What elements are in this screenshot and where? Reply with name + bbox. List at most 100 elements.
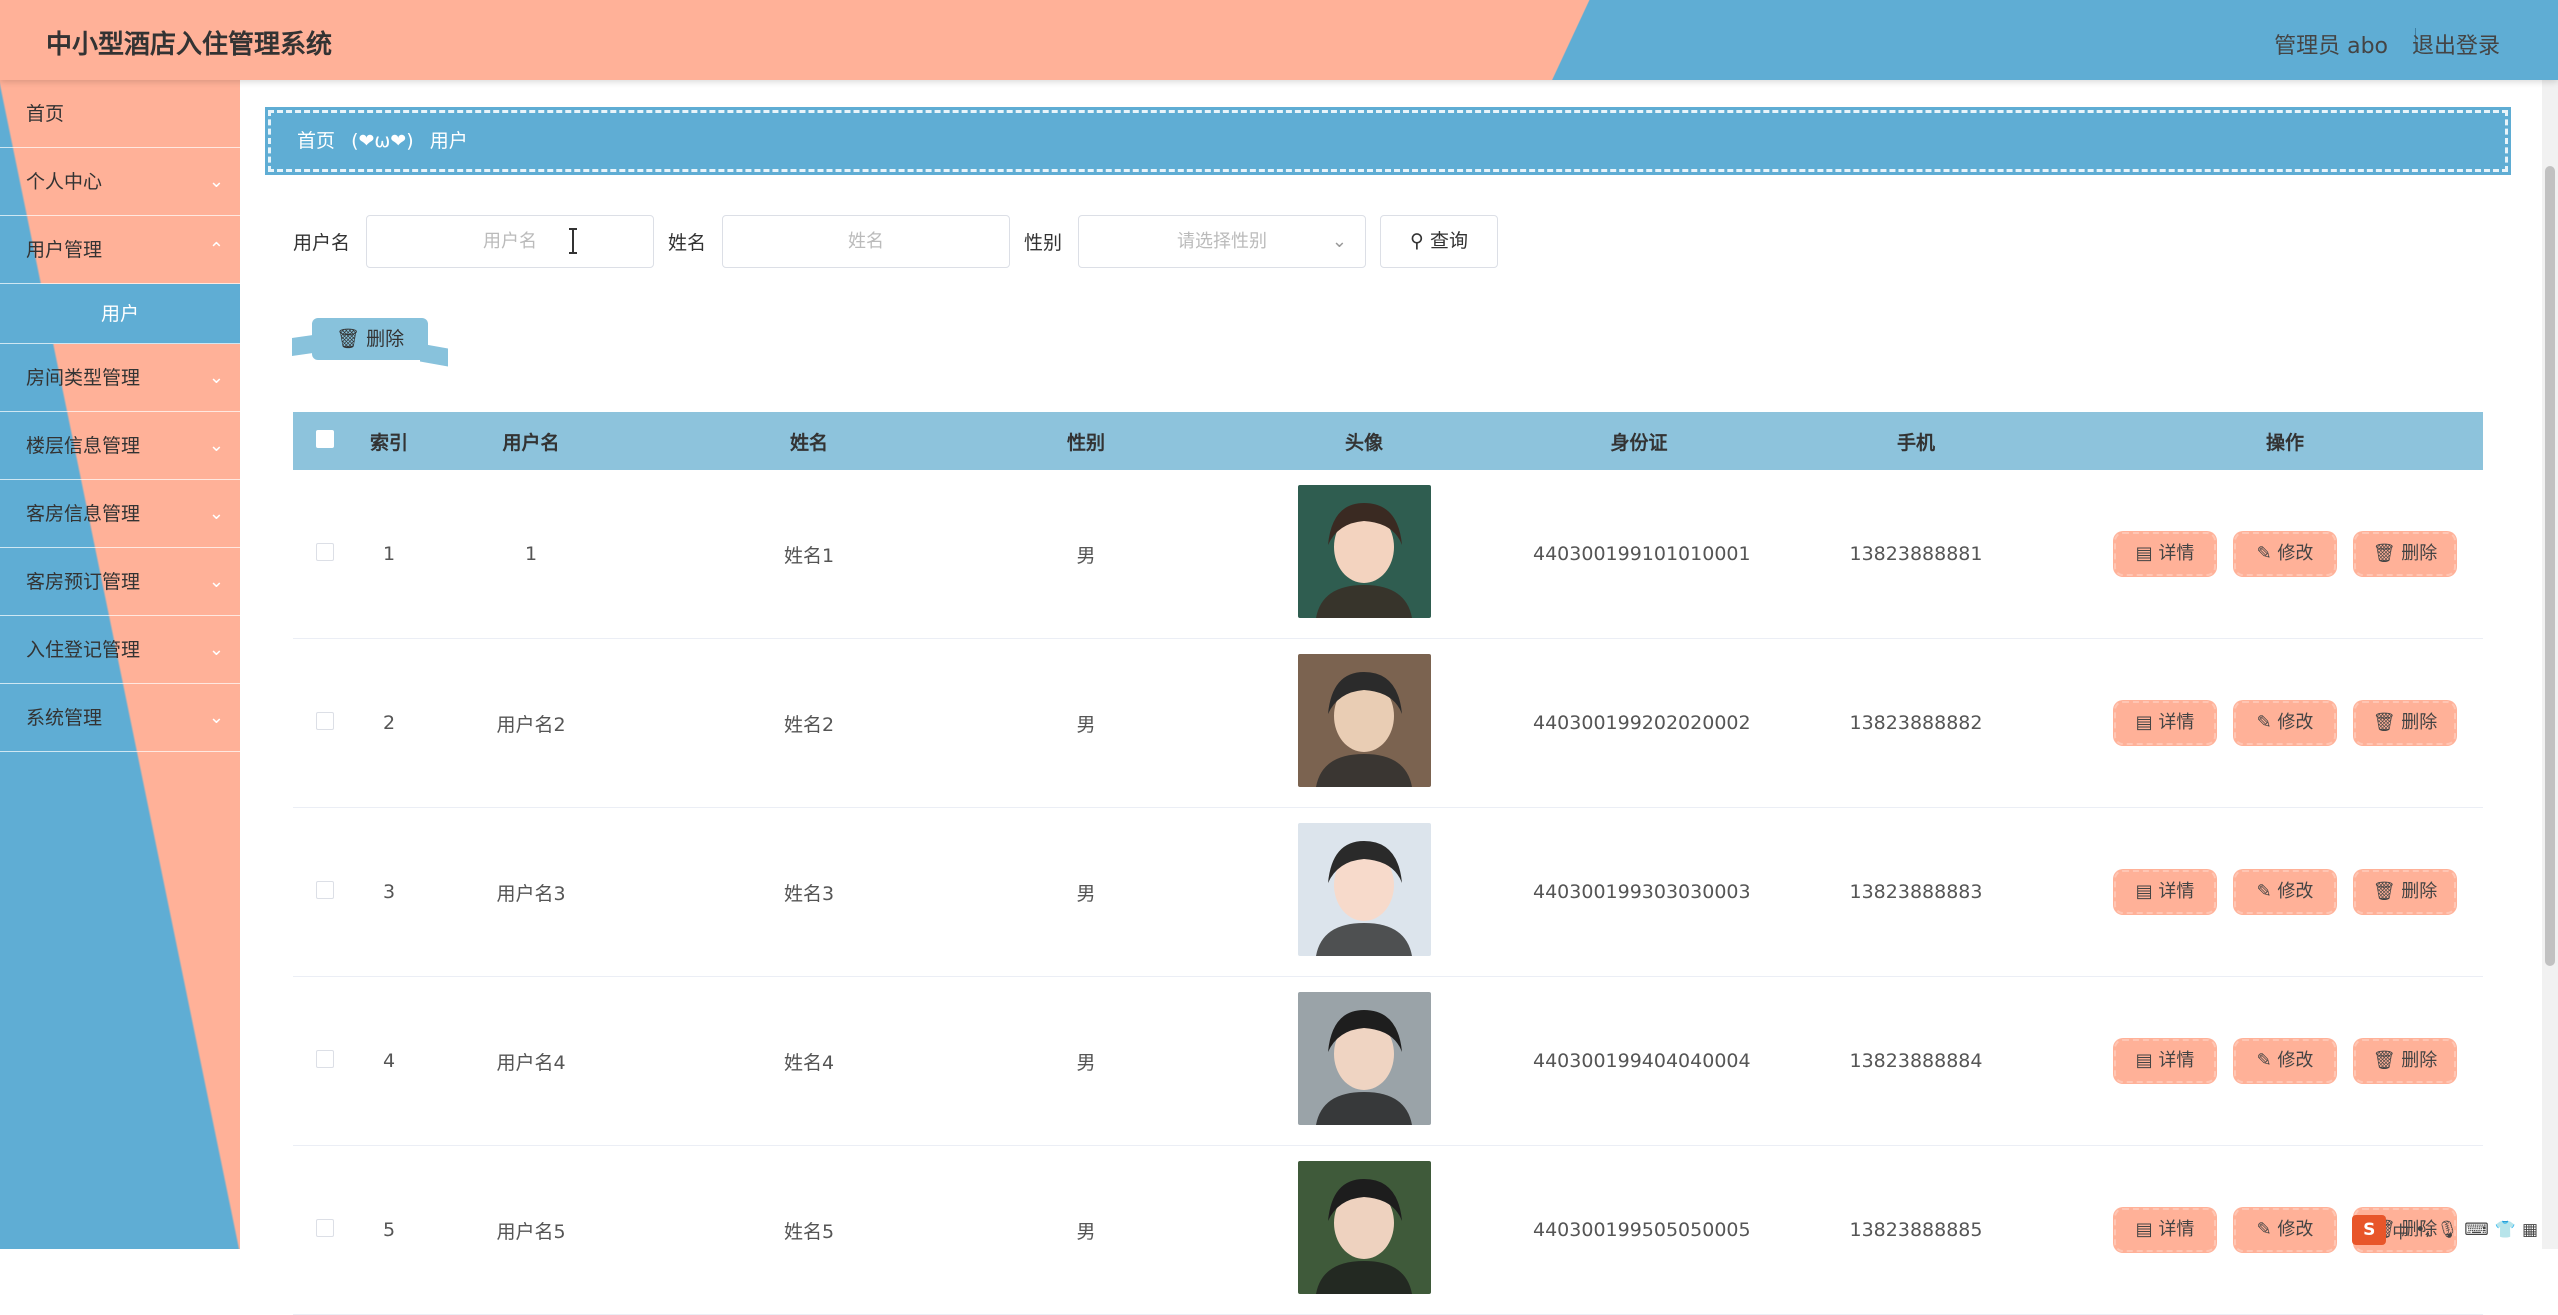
column-header-phone: 手机 xyxy=(1745,428,2087,455)
select-all-cell xyxy=(293,430,357,453)
select-all-checkbox[interactable] xyxy=(316,430,334,448)
row-select-cell xyxy=(293,712,357,735)
sex-select[interactable]: 请选择性别 ⌄ xyxy=(1078,215,1366,268)
chevron-down-icon: ⌄ xyxy=(1332,216,1347,267)
cell-id-card: 440300199303030003 xyxy=(1533,881,1745,903)
cell-actions: ▤ 详情 ✎ 修改 🗑 删除 xyxy=(2087,869,2483,915)
cell-username: 用户名2 xyxy=(421,710,641,737)
detail-button[interactable]: ▤ 详情 xyxy=(2113,869,2217,915)
vertical-scrollbar[interactable] xyxy=(2542,80,2558,1249)
chevron-down-icon: ⌄ xyxy=(209,480,224,548)
cell-id-card: 440300199404040004 xyxy=(1533,1050,1745,1072)
sidebar-item-floor[interactable]: 楼层信息管理⌄ xyxy=(0,412,240,480)
sidebar-subitem-user[interactable]: 用户 xyxy=(0,284,240,344)
edit-label: 修改 xyxy=(2277,1219,2313,1240)
detail-button[interactable]: ▤ 详情 xyxy=(2113,1207,2217,1253)
sidebar-item-home[interactable]: 首页 xyxy=(0,80,240,148)
sidebar-item-booking[interactable]: 客房预订管理⌄ xyxy=(0,548,240,616)
row-checkbox[interactable] xyxy=(316,1050,334,1068)
sidebar: 首页 个人中心⌄ 用户管理⌃ 用户 房间类型管理⌄ 楼层信息管理⌄ 客房信息管理… xyxy=(0,80,240,1249)
delete-button[interactable]: 🗑 删除 xyxy=(2353,869,2457,915)
detail-button[interactable]: ▤ 详情 xyxy=(2113,1038,2217,1084)
detail-button[interactable]: ▤ 详情 xyxy=(2113,700,2217,746)
username-label: 用户名 xyxy=(293,228,350,255)
row-checkbox[interactable] xyxy=(316,1219,334,1237)
edit-label: 修改 xyxy=(2277,1050,2313,1071)
ime-toolbar: S 中 •, 🎙 ⌨ 👕 ▦ xyxy=(2352,1215,2538,1245)
table-body: 1 1 姓名1 男 440300199101010001 13823888881… xyxy=(293,470,2483,1315)
row-checkbox[interactable] xyxy=(316,543,334,561)
chevron-down-icon: ⌄ xyxy=(209,684,224,752)
sidebar-item-system[interactable]: 系统管理⌄ xyxy=(0,684,240,752)
ime-punct-icon[interactable]: •, xyxy=(2415,1220,2430,1240)
search-icon: ⚲ xyxy=(1410,230,1424,252)
row-checkbox[interactable] xyxy=(316,881,334,899)
column-header-name: 姓名 xyxy=(641,428,977,455)
skin-icon[interactable]: 👕 xyxy=(2495,1220,2516,1240)
grid-icon[interactable]: ▦ xyxy=(2522,1220,2538,1240)
ime-mode[interactable]: 中 xyxy=(2392,1218,2409,1243)
detail-button[interactable]: ▤ 详情 xyxy=(2113,531,2217,577)
batch-delete-label: 删除 xyxy=(366,328,404,350)
chevron-down-icon: ⌄ xyxy=(209,616,224,684)
delete-button[interactable]: 🗑 删除 xyxy=(2353,531,2457,577)
cell-phone: 13823888882 xyxy=(1745,712,2087,734)
delete-label: 删除 xyxy=(2401,1050,2437,1071)
avatar xyxy=(1298,1161,1431,1294)
scrollbar-thumb[interactable] xyxy=(2545,166,2555,966)
edit-button[interactable]: ✎ 修改 xyxy=(2233,1038,2337,1084)
sidebar-item-user-management[interactable]: 用户管理⌃ xyxy=(0,216,240,284)
cell-username: 用户名4 xyxy=(421,1048,641,1075)
logout-link[interactable]: 退出登录 xyxy=(2412,28,2500,60)
table-row: 4 用户名4 姓名4 男 440300199404040004 13823888… xyxy=(293,977,2483,1146)
keyboard-icon[interactable]: ⌨ xyxy=(2464,1220,2489,1240)
microphone-icon[interactable]: 🎙 xyxy=(2437,1220,2459,1240)
chevron-up-icon: ⌃ xyxy=(209,216,224,284)
search-button[interactable]: ⚲ 查询 xyxy=(1380,215,1498,268)
column-header-username: 用户名 xyxy=(421,428,641,455)
document-icon: ▤ xyxy=(2136,1219,2153,1240)
cell-actions: ▤ 详情 ✎ 修改 🗑 删除 xyxy=(2087,1038,2483,1084)
sidebar-item-room-type[interactable]: 房间类型管理⌄ xyxy=(0,344,240,412)
edit-button[interactable]: ✎ 修改 xyxy=(2233,700,2337,746)
pencil-icon: ✎ xyxy=(2257,712,2272,733)
row-checkbox[interactable] xyxy=(316,712,334,730)
username-input[interactable]: 用户名 xyxy=(366,215,654,268)
pencil-icon: ✎ xyxy=(2257,543,2272,564)
trash-icon: 🗑 xyxy=(2373,1050,2396,1071)
sidebar-item-room-info[interactable]: 客房信息管理⌄ xyxy=(0,480,240,548)
cell-index: 1 xyxy=(357,543,421,565)
cell-name: 姓名4 xyxy=(641,1048,977,1075)
detail-label: 详情 xyxy=(2158,1050,2194,1071)
batch-delete-button[interactable]: 🗑 删除 xyxy=(312,318,428,360)
cell-username: 1 xyxy=(421,543,641,565)
ime-logo[interactable]: S xyxy=(2352,1215,2386,1245)
edit-button[interactable]: ✎ 修改 xyxy=(2233,531,2337,577)
sidebar-item-profile[interactable]: 个人中心⌄ xyxy=(0,148,240,216)
row-select-cell xyxy=(293,1219,357,1242)
name-placeholder: 姓名 xyxy=(848,231,884,252)
edit-button[interactable]: ✎ 修改 xyxy=(2233,1207,2337,1253)
breadcrumb-home[interactable]: 首页 xyxy=(297,130,335,152)
name-input[interactable]: 姓名 xyxy=(722,215,1010,268)
trash-icon: 🗑 xyxy=(2373,712,2396,733)
sidebar-item-checkin[interactable]: 入住登记管理⌄ xyxy=(0,616,240,684)
edit-button[interactable]: ✎ 修改 xyxy=(2233,869,2337,915)
avatar xyxy=(1298,654,1431,787)
cell-sex: 男 xyxy=(977,1048,1195,1075)
delete-button[interactable]: 🗑 删除 xyxy=(2353,1038,2457,1084)
name-label: 姓名 xyxy=(668,228,706,255)
cell-avatar xyxy=(1195,1161,1533,1299)
cell-username: 用户名3 xyxy=(421,879,641,906)
delete-label: 删除 xyxy=(2401,881,2437,902)
trash-icon: 🗑 xyxy=(2373,881,2396,902)
cell-phone: 13823888884 xyxy=(1745,1050,2087,1072)
sidebar-item-label: 个人中心 xyxy=(26,171,102,193)
text-cursor-icon xyxy=(567,226,579,256)
trash-icon: 🗑 xyxy=(2373,543,2396,564)
breadcrumb: 首页 (❤ω❤) 用户 xyxy=(268,110,2508,172)
sidebar-item-label: 楼层信息管理 xyxy=(26,435,140,457)
delete-button[interactable]: 🗑 删除 xyxy=(2353,700,2457,746)
avatar xyxy=(1298,992,1431,1125)
sidebar-item-label: 首页 xyxy=(26,103,64,125)
